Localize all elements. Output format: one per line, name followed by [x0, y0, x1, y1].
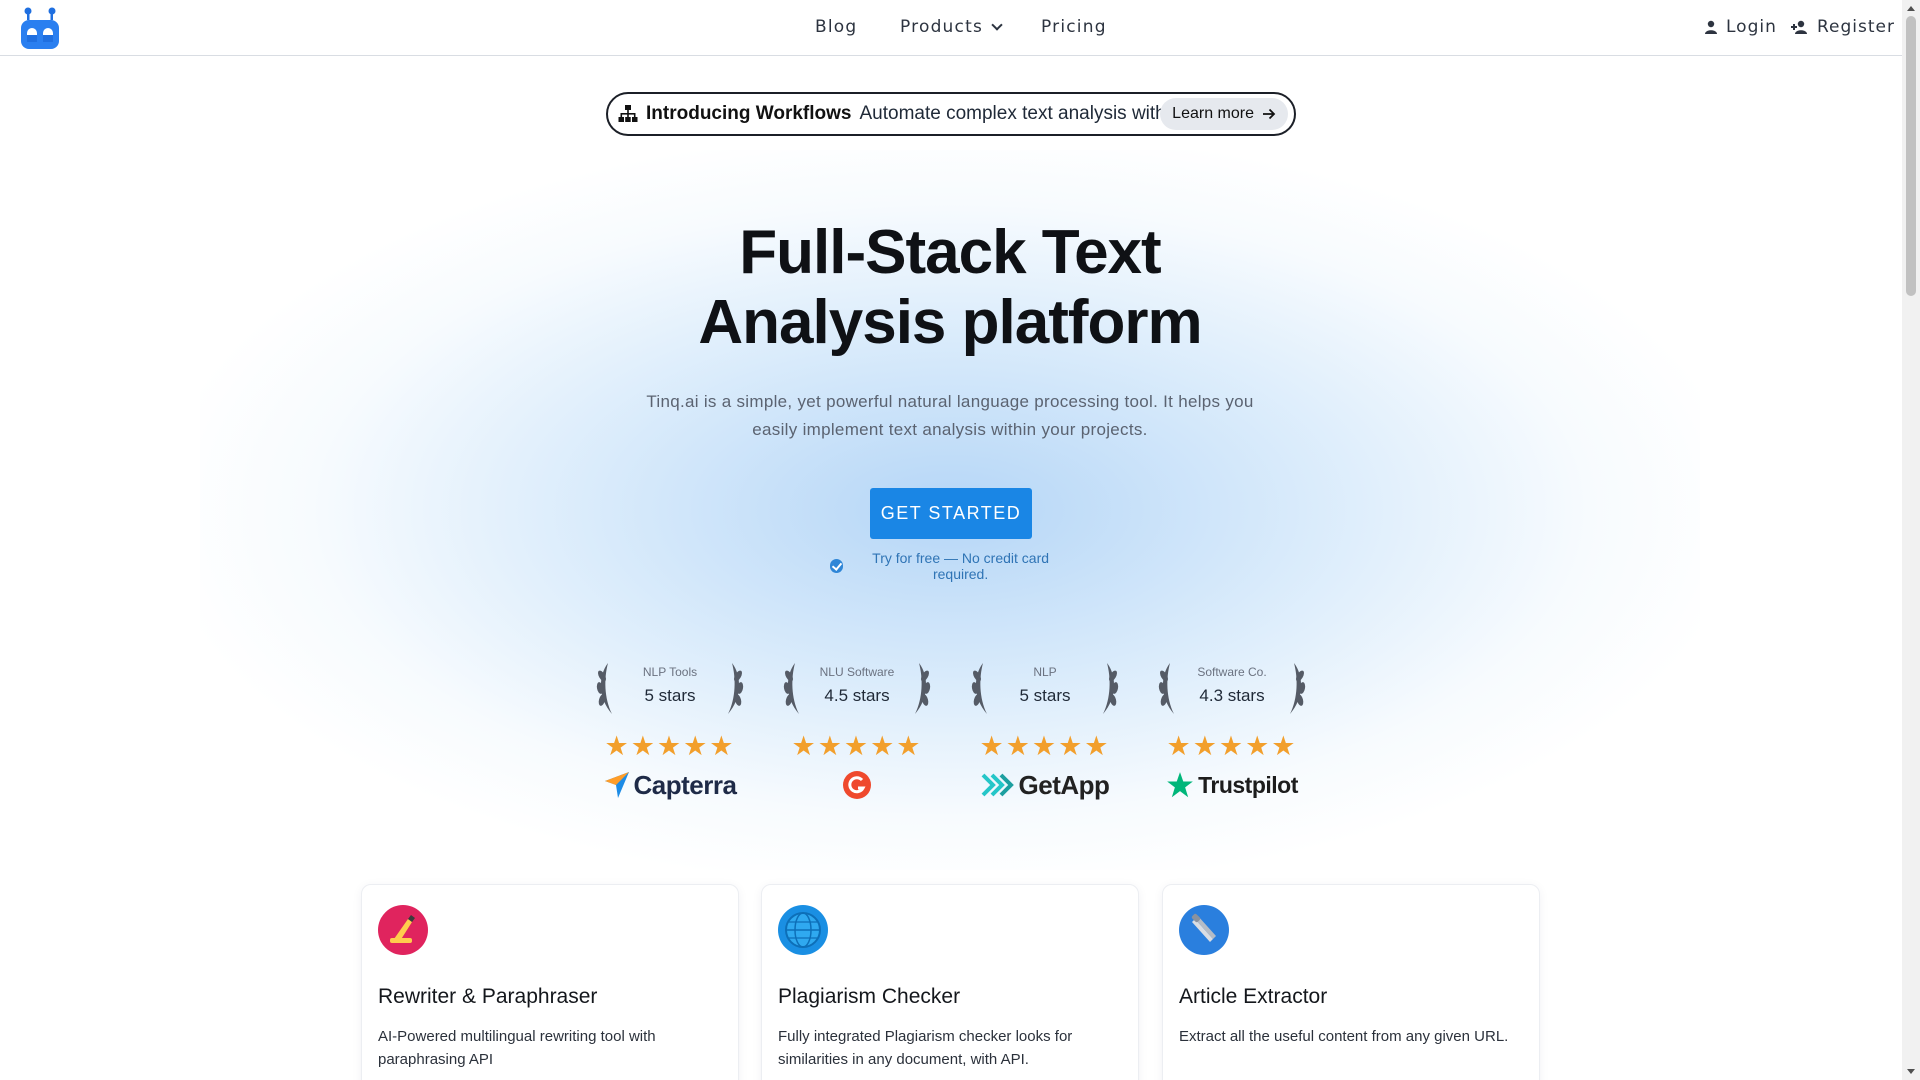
- rating-value: 5 stars: [644, 686, 696, 705]
- getapp-logo[interactable]: GetApp: [965, 767, 1125, 803]
- writing-hand-icon: [378, 905, 428, 955]
- main-nav: Blog Products Pricing Login Register: [0, 0, 1902, 56]
- g2-logo[interactable]: [777, 767, 937, 803]
- star-rating-icons: ★★★★★: [604, 731, 736, 761]
- trustpilot-brand-name: Trustpilot: [1198, 771, 1298, 798]
- rating-category: NLP Tools: [642, 665, 698, 679]
- getapp-chevrons-icon: [981, 773, 1014, 797]
- rating-category: NLU Software: [819, 665, 895, 679]
- nav-blog-link[interactable]: Blog: [815, 17, 857, 37]
- feature-card-extractor[interactable]: Article Extractor Extract all the useful…: [1162, 884, 1540, 1080]
- hero-title: Full-Stack Text Analysis platform: [560, 218, 1340, 358]
- hero-title-line-1: Full-Stack Text: [739, 218, 1161, 287]
- scroll-down-arrow-icon[interactable]: [1902, 1064, 1920, 1080]
- chevron-down-icon: [991, 19, 1003, 31]
- learn-more-label: Learn more: [1172, 105, 1254, 122]
- tweezers-icon: [1179, 905, 1229, 955]
- scroll-up-arrow-icon[interactable]: [1902, 0, 1920, 16]
- free-trial-note: Try for free — No credit card required.: [830, 550, 1072, 582]
- rating-value: 4.3 stars: [1199, 686, 1265, 705]
- rating-badge-g2: NLU Software 4.5 stars ★★★★★: [777, 655, 937, 805]
- feature-card-title: Rewriter & Paraphraser: [378, 985, 598, 1008]
- scrollbar-thumb[interactable]: [1906, 16, 1916, 296]
- top-navbar: Blog Products Pricing Login Register: [0, 0, 1902, 56]
- user-icon: [1705, 20, 1717, 34]
- feature-card-description: Extract all the useful content from any …: [1179, 1028, 1509, 1045]
- arrow-right-icon: [1263, 108, 1276, 120]
- g2-badge-icon: [843, 771, 871, 799]
- register-label: Register: [1817, 17, 1895, 37]
- register-link[interactable]: Register: [1791, 17, 1895, 37]
- capterra-brand-name: Capterra: [633, 769, 737, 800]
- star-rating-icons: ★★★★★: [979, 731, 1111, 761]
- capterra-arrow-icon: [604, 772, 629, 798]
- feature-card-rewriter[interactable]: Rewriter & Paraphraser AI-Powered multil…: [361, 884, 739, 1080]
- announcement-title: Introducing Workflows: [646, 103, 852, 124]
- getapp-brand-name: GetApp: [1018, 769, 1110, 800]
- hero-title-line-2: Analysis platform: [698, 288, 1202, 357]
- check-circle-icon: [830, 559, 844, 573]
- feature-card-title: Article Extractor: [1179, 985, 1328, 1008]
- workflows-announcement[interactable]: Introducing Workflows Automate complex t…: [606, 92, 1296, 136]
- trustpilot-star-icon: [1167, 772, 1193, 798]
- rating-badge-capterra: NLP Tools 5 stars ★★★★★ Capterra: [590, 655, 750, 805]
- sitemap-icon: [618, 105, 638, 122]
- free-trial-text: Try for free — No credit card required.: [872, 550, 1050, 582]
- rating-value: 4.5 stars: [824, 686, 890, 705]
- feature-card-description: Fully integrated Plagiarism checker look…: [778, 1028, 1073, 1068]
- feature-card-description: AI-Powered multilingual rewriting tool w…: [378, 1028, 656, 1068]
- star-rating-icons: ★★★★★: [791, 731, 923, 761]
- trustpilot-logo[interactable]: Trustpilot: [1152, 767, 1312, 803]
- feature-card-title: Plagiarism Checker: [778, 985, 961, 1008]
- globe-icon: [778, 905, 828, 955]
- page: Blog Products Pricing Login Register Int…: [0, 0, 1902, 1080]
- capterra-logo[interactable]: Capterra: [590, 767, 750, 803]
- page-scrollbar[interactable]: [1902, 0, 1920, 1080]
- get-started-button[interactable]: GET STARTED: [870, 488, 1032, 539]
- login-label: Login: [1726, 17, 1777, 37]
- rating-badge-getapp: NLP 5 stars ★★★★★ GetApp: [965, 655, 1125, 805]
- feature-card-plagiarism[interactable]: Plagiarism Checker Fully integrated Plag…: [761, 884, 1139, 1080]
- learn-more-button[interactable]: Learn more: [1160, 98, 1288, 130]
- nav-products-label: Products: [900, 17, 984, 37]
- rating-category: Software Co.: [1197, 665, 1267, 679]
- nav-pricing-link[interactable]: Pricing: [1041, 17, 1107, 37]
- hero-subtitle: Tinq.ai is a simple, yet powerful natura…: [646, 392, 1254, 439]
- rating-category: NLP: [1033, 665, 1057, 679]
- rating-value: 5 stars: [1019, 686, 1071, 705]
- nav-products-dropdown[interactable]: Products: [900, 17, 1003, 37]
- login-link[interactable]: Login: [1704, 17, 1777, 37]
- star-rating-icons: ★★★★★: [1166, 731, 1298, 761]
- rating-badge-trustpilot: Software Co. 4.3 stars ★★★★★ Trustpilot: [1152, 655, 1312, 805]
- user-plus-icon: [1791, 20, 1807, 34]
